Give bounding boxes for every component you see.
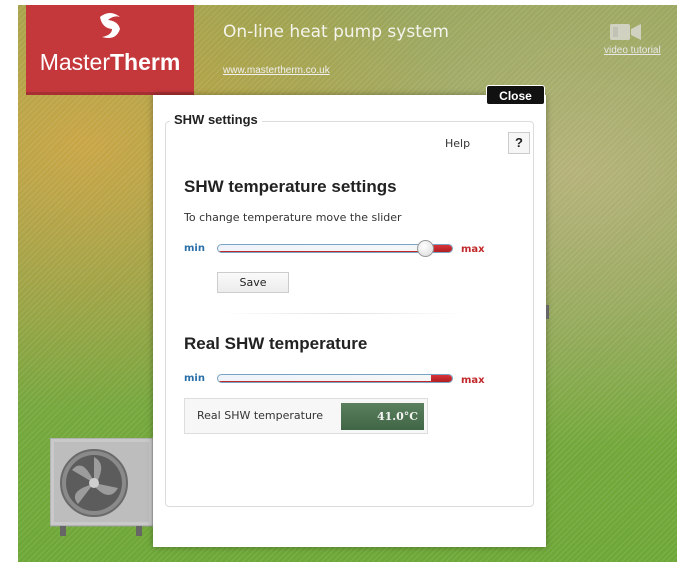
real-min-label: min bbox=[184, 373, 205, 384]
video-tutorial-link[interactable]: video tutorial bbox=[604, 45, 661, 56]
help-label: Help bbox=[445, 137, 471, 150]
dialog-edge-marker bbox=[546, 305, 549, 319]
heat-pump-unit-image bbox=[49, 437, 156, 538]
close-button[interactable]: Close bbox=[486, 85, 545, 105]
slider-instruction: To change temperature move the slider bbox=[184, 211, 402, 224]
real-shw-temperature-title: Real SHW temperature bbox=[184, 334, 368, 353]
real-max-label: max bbox=[461, 375, 485, 386]
real-temperature-bar bbox=[217, 374, 453, 383]
question-mark-icon: ? bbox=[515, 135, 523, 150]
website-link[interactable]: www.mastertherm.co.uk bbox=[223, 65, 330, 76]
settings-max-label: max bbox=[461, 244, 485, 255]
help-button[interactable]: ? bbox=[508, 132, 530, 154]
save-button[interactable]: Save bbox=[217, 272, 289, 293]
slider-handle[interactable] bbox=[417, 240, 434, 257]
mastertherm-swirl-icon bbox=[92, 11, 128, 43]
section-divider bbox=[220, 313, 466, 314]
slider-fill-line bbox=[218, 245, 435, 252]
fieldset-legend: SHW settings bbox=[170, 112, 262, 127]
real-temperature-readout: Real SHW temperature 41.0°C bbox=[184, 398, 428, 434]
page-title: On-line heat pump system bbox=[223, 22, 449, 42]
readout-label: Real SHW temperature bbox=[197, 409, 323, 422]
settings-min-label: min bbox=[184, 243, 205, 254]
video-camera-icon[interactable] bbox=[609, 22, 643, 42]
brand-name: MasterTherm bbox=[39, 49, 181, 75]
real-bar-fill-line bbox=[218, 375, 435, 382]
readout-value: 41.0°C bbox=[341, 403, 424, 430]
shw-temperature-settings-title: SHW temperature settings bbox=[184, 177, 397, 196]
mastertherm-logo[interactable]: MasterTherm bbox=[26, 5, 194, 95]
